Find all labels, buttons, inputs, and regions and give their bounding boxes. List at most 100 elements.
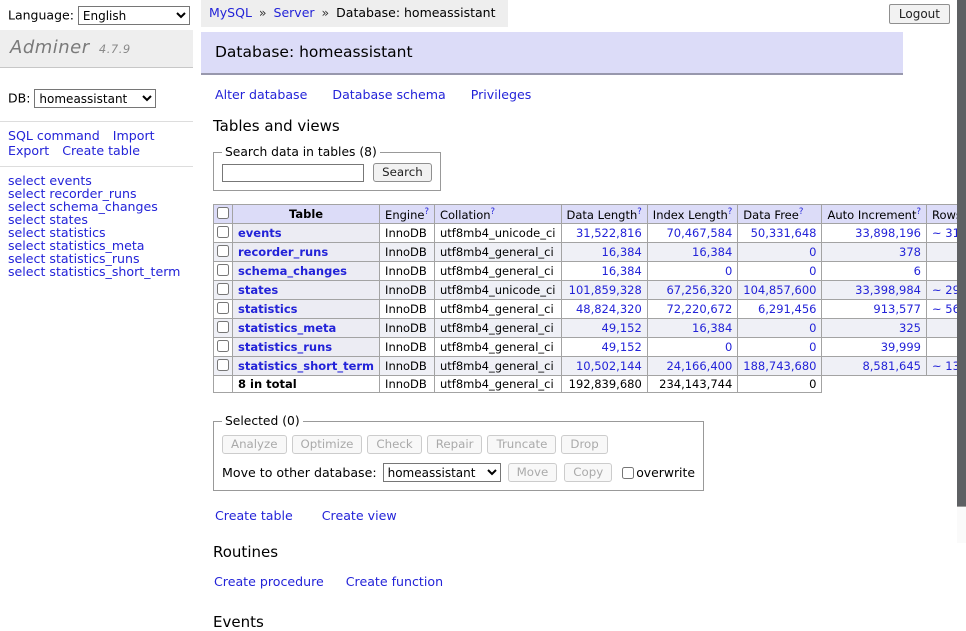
data-free-cell: 0 bbox=[738, 319, 822, 338]
row-checkbox[interactable] bbox=[217, 245, 229, 257]
column-header: Table bbox=[233, 205, 380, 224]
copy-button[interactable]: Copy bbox=[564, 463, 612, 482]
breadcrumb-server-link[interactable]: Server bbox=[274, 5, 315, 20]
auto-increment-cell: 6 bbox=[822, 262, 927, 281]
vertical-scrollbar[interactable] bbox=[957, 0, 966, 543]
select-all-checkbox[interactable] bbox=[217, 207, 229, 219]
table-name-link[interactable]: schema_changes bbox=[238, 264, 347, 278]
column-header: Data Free? bbox=[738, 205, 822, 224]
column-header: Collation? bbox=[434, 205, 561, 224]
header-checkbox-cell bbox=[214, 205, 233, 224]
table-header-row: TableEngine?Collation?Data Length?Index … bbox=[214, 205, 966, 224]
routine-links: Create procedure Create function bbox=[214, 574, 903, 589]
table-name-cell: statistics_runs bbox=[233, 338, 380, 357]
table-name-link[interactable]: events bbox=[238, 226, 282, 240]
data-free-cell: 6,291,456 bbox=[738, 300, 822, 319]
engine-cell: InnoDB bbox=[380, 262, 435, 281]
search-button[interactable]: Search bbox=[373, 163, 432, 182]
table-name-cell: statistics_meta bbox=[233, 319, 380, 338]
row-checkbox-cell bbox=[214, 243, 233, 262]
database-action-links: Alter database Database schema Privilege… bbox=[215, 87, 903, 102]
row-checkbox[interactable] bbox=[217, 226, 229, 238]
overwrite-checkbox[interactable] bbox=[622, 467, 634, 479]
language-row: Language:English bbox=[0, 0, 193, 30]
move-button[interactable]: Move bbox=[508, 463, 558, 482]
table-name-link[interactable]: statistics bbox=[238, 302, 298, 316]
table-name-link[interactable]: recorder_runs bbox=[238, 245, 328, 259]
repair-button[interactable]: Repair bbox=[427, 435, 483, 454]
sidebar-link-sql-command[interactable]: SQL command bbox=[8, 128, 100, 143]
table-row: statesInnoDButf8mb4_unicode_ci101,859,32… bbox=[214, 281, 966, 300]
create-procedure-link[interactable]: Create procedure bbox=[214, 574, 324, 589]
column-help-link[interactable]: ? bbox=[424, 207, 429, 217]
breadcrumb-separator: » bbox=[259, 5, 267, 20]
move-database-select[interactable]: homeassistant bbox=[383, 463, 501, 482]
row-checkbox[interactable] bbox=[217, 302, 229, 314]
table-row: eventsInnoDButf8mb4_unicode_ci31,522,816… bbox=[214, 224, 966, 243]
row-checkbox[interactable] bbox=[217, 283, 229, 295]
row-checkbox[interactable] bbox=[217, 321, 229, 333]
database-schema-link[interactable]: Database schema bbox=[332, 87, 445, 102]
column-help-link[interactable]: ? bbox=[491, 207, 496, 217]
alter-database-link[interactable]: Alter database bbox=[215, 87, 307, 102]
index-length-cell: 16,384 bbox=[647, 319, 738, 338]
breadcrumb-mysql-link[interactable]: MySQL bbox=[209, 5, 252, 20]
index-length-cell: 72,220,672 bbox=[647, 300, 738, 319]
table-name-link[interactable]: statistics_runs bbox=[238, 340, 332, 354]
sidebar-link-import[interactable]: Import bbox=[113, 128, 155, 143]
create-function-link[interactable]: Create function bbox=[346, 574, 443, 589]
analyze-button[interactable]: Analyze bbox=[222, 435, 287, 454]
sidebar-table-item: select statistics_short_term bbox=[8, 266, 193, 279]
column-help-link[interactable]: ? bbox=[637, 207, 642, 217]
row-checkbox-cell bbox=[214, 357, 233, 376]
data-free-cell: 0 bbox=[738, 243, 822, 262]
privileges-link[interactable]: Privileges bbox=[471, 87, 532, 102]
auto-increment-cell: 325 bbox=[822, 319, 927, 338]
db-select[interactable]: homeassistant bbox=[34, 89, 156, 108]
column-header: Index Length? bbox=[647, 205, 738, 224]
table-name-cell: states bbox=[233, 281, 380, 300]
index-length-cell: 24,166,400 bbox=[647, 357, 738, 376]
row-checkbox[interactable] bbox=[217, 264, 229, 276]
create-links: Create table Create view bbox=[215, 508, 903, 523]
db-label: DB: bbox=[8, 91, 30, 106]
table-name-cell: statistics_short_term bbox=[233, 357, 380, 376]
table-name-link[interactable]: statistics_short_term bbox=[238, 359, 374, 373]
optimize-button[interactable]: Optimize bbox=[292, 435, 363, 454]
sidebar-link-create-table[interactable]: Create table bbox=[62, 143, 140, 158]
drop-button[interactable]: Drop bbox=[561, 435, 607, 454]
table-row: statistics_metaInnoDButf8mb4_general_ci4… bbox=[214, 319, 966, 338]
total-index-length-cell: 234,143,744 bbox=[647, 376, 738, 393]
auto-increment-cell: 39,999 bbox=[822, 338, 927, 357]
scrollbar-thumb[interactable] bbox=[957, 0, 966, 507]
language-select[interactable]: English bbox=[78, 6, 190, 25]
create-view-link[interactable]: Create view bbox=[322, 508, 397, 523]
engine-cell: InnoDB bbox=[380, 243, 435, 262]
create-table-link[interactable]: Create table bbox=[215, 508, 293, 523]
column-help-link[interactable]: ? bbox=[916, 207, 921, 217]
row-checkbox[interactable] bbox=[217, 359, 229, 371]
table-name-link[interactable]: states bbox=[238, 283, 278, 297]
tables-overview-table: TableEngine?Collation?Data Length?Index … bbox=[213, 204, 966, 393]
search-input[interactable] bbox=[222, 164, 364, 182]
truncate-button[interactable]: Truncate bbox=[487, 435, 556, 454]
row-checkbox-cell bbox=[214, 338, 233, 357]
total-engine-cell: InnoDB bbox=[380, 376, 435, 393]
column-help-link[interactable]: ? bbox=[728, 207, 733, 217]
table-name-link[interactable]: statistics_meta bbox=[238, 321, 336, 335]
engine-cell: InnoDB bbox=[380, 338, 435, 357]
engine-cell: InnoDB bbox=[380, 300, 435, 319]
check-button[interactable]: Check bbox=[367, 435, 421, 454]
row-checkbox-cell bbox=[214, 224, 233, 243]
sidebar-link-export[interactable]: Export bbox=[8, 143, 49, 158]
row-checkbox[interactable] bbox=[217, 340, 229, 352]
app-title: Adminer 4.7.9 bbox=[0, 30, 193, 68]
sidebar-select-link[interactable]: select statistics_short_term bbox=[8, 264, 180, 279]
collation-cell: utf8mb4_general_ci bbox=[434, 338, 561, 357]
column-help-link[interactable]: ? bbox=[799, 207, 804, 217]
data-length-cell: 16,384 bbox=[561, 243, 647, 262]
index-length-cell: 67,256,320 bbox=[647, 281, 738, 300]
index-length-cell: 16,384 bbox=[647, 243, 738, 262]
data-free-cell: 104,857,600 bbox=[738, 281, 822, 300]
collation-cell: utf8mb4_general_ci bbox=[434, 300, 561, 319]
